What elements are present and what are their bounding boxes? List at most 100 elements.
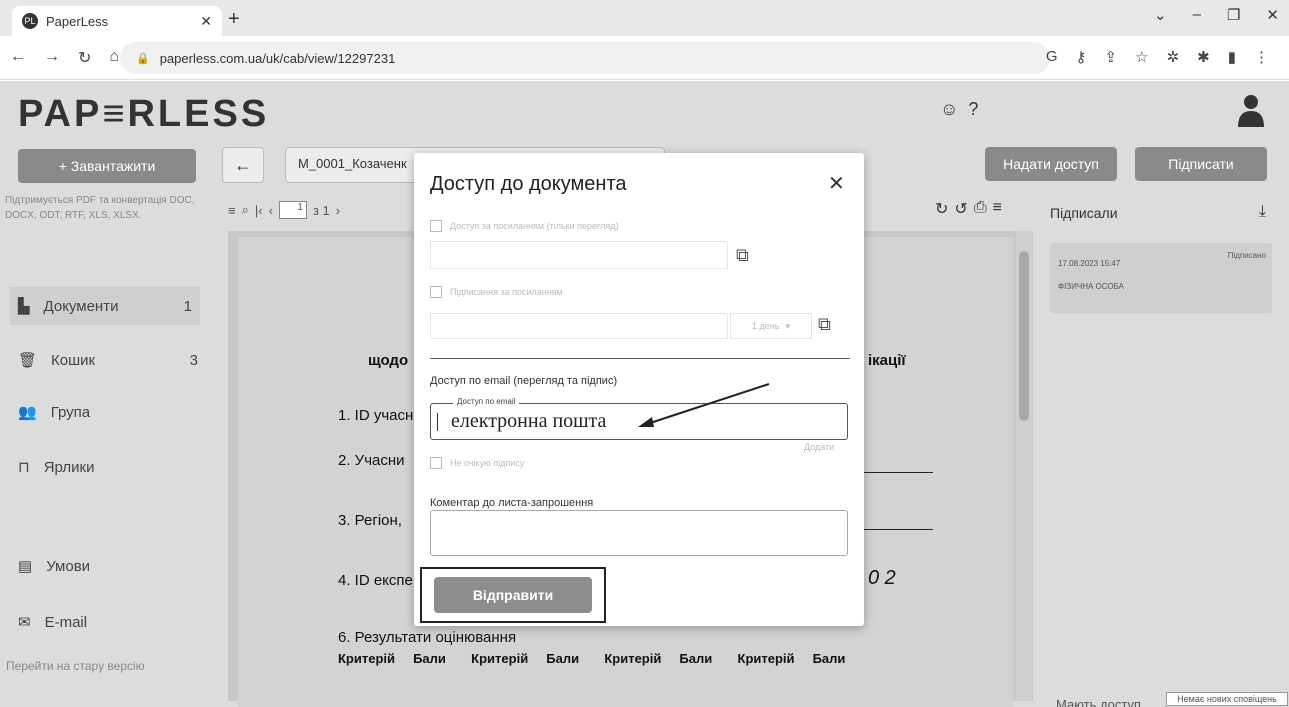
next-page-icon[interactable]: ›: [336, 203, 340, 218]
send-highlight: Відправити: [420, 567, 606, 623]
back-icon[interactable]: ←: [10, 48, 26, 68]
home-icon[interactable]: ⌂: [109, 48, 119, 68]
sign-link-checkbox[interactable]: [430, 286, 442, 298]
document-scrollbar[interactable]: [1016, 231, 1032, 701]
sidebar-item-trash[interactable]: 🗑 Кошик 3: [18, 351, 198, 370]
dialog-title: Доступ до документа: [430, 173, 627, 195]
sidebar-item-label: Документи: [43, 297, 119, 315]
doc-criteria-header: Критерій Бали Критерій Бали Критерій Бал…: [338, 651, 846, 666]
doc-line-6: 6. Результати оцінювання: [338, 629, 517, 646]
upload-button[interactable]: + Завантажити: [18, 149, 196, 183]
url-bar[interactable]: 🔒 paperless.com.ua/uk/cab/view/12297231: [120, 42, 1050, 74]
tab-close-icon[interactable]: ✕: [200, 13, 212, 30]
copy-sign-link-icon[interactable]: ⧉: [818, 314, 831, 335]
url-text: paperless.com.ua/uk/cab/view/12297231: [159, 50, 396, 66]
zoom-icon[interactable]: ⌕: [242, 202, 249, 218]
key-icon[interactable]: ⚷: [1076, 48, 1087, 66]
options-icon[interactable]: ≡: [993, 199, 1002, 219]
puzzle-icon[interactable]: ✱: [1197, 48, 1210, 66]
tab-list-icon[interactable]: ⌄: [1154, 6, 1167, 24]
sidebar-item-count: 3: [189, 351, 198, 369]
reload-icon[interactable]: ↻: [78, 48, 91, 68]
link-access-label: Доступ за посиланням (тільки перегляд): [450, 221, 619, 231]
sidebar-item-group[interactable]: 👥 Група: [18, 403, 198, 422]
sidebar-icon[interactable]: ▮: [1228, 48, 1236, 66]
share-icon[interactable]: ⇪: [1105, 48, 1118, 66]
back-button[interactable]: ←: [222, 147, 264, 183]
notification-toast: Немає нових сповіщень: [1166, 692, 1288, 706]
sign-link-field[interactable]: [430, 313, 728, 339]
viewer-toolbar: ≡ ⌕ |‹ ‹ 1 з 1 ›: [228, 201, 340, 219]
annotation-arrow-icon: [638, 383, 770, 427]
prev-page-icon[interactable]: ‹: [269, 203, 273, 218]
have-access-title: Мають доступ: [1056, 697, 1141, 707]
signer-status: Підписано: [1227, 251, 1266, 260]
sidebar-item-documents[interactable]: ▙ Документи 1: [10, 287, 200, 325]
email-section-title: Доступ по email (перегляд та підпис): [430, 375, 618, 387]
signers-panel: Підписали ⤓ 17.08.2023 15:47 Підписано Ф…: [1040, 193, 1276, 707]
arrow-left-icon: ←: [234, 154, 252, 175]
lock-icon: 🔒: [136, 52, 150, 65]
comment-label: Коментар до листа-запрошення: [430, 497, 594, 509]
terms-icon: ▤: [18, 558, 33, 575]
rotate-right-icon[interactable]: ↻: [935, 199, 948, 219]
maximize-icon[interactable]: ❐: [1227, 6, 1240, 24]
no-sign-checkbox[interactable]: [430, 457, 442, 469]
menu-lines-icon[interactable]: ≡: [228, 203, 236, 218]
share-access-button[interactable]: Надати доступ: [985, 147, 1117, 181]
sidebar-item-label: Умови: [46, 557, 91, 575]
sidebar-item-terms[interactable]: ▤ Умови: [18, 557, 198, 576]
help-icon[interactable]: ?: [968, 99, 978, 120]
support-icon[interactable]: ☺: [940, 99, 958, 120]
star-icon[interactable]: ☆: [1135, 48, 1148, 66]
sidebar-item-label: E-mail: [44, 613, 88, 631]
text-cursor: [437, 413, 438, 431]
email-field-legend: Доступ по email: [453, 397, 520, 406]
google-icon[interactable]: G: [1046, 48, 1058, 66]
signer-card: 17.08.2023 15:47 Підписано ФІЗИЧНА ОСОБА: [1050, 243, 1272, 313]
logo: PAP≡RLESS: [18, 93, 270, 135]
doc-line-4: 4. ID експе: [338, 572, 413, 589]
page-input[interactable]: 1: [278, 201, 307, 219]
sidebar-item-count: 1: [183, 297, 192, 315]
new-tab-icon[interactable]: +: [228, 8, 240, 31]
download-icon[interactable]: ⤓: [1259, 203, 1266, 221]
no-sign-checkbox-row[interactable]: Не очікую підпису: [430, 457, 524, 469]
old-version-link[interactable]: Перейти на стару версію: [6, 659, 145, 673]
avatar[interactable]: [1236, 93, 1266, 127]
sidebar-item-email[interactable]: ✉ E-mail: [18, 613, 198, 632]
day-select[interactable]: 1 день ▾: [730, 313, 812, 339]
browser-tab-bar: PL PaperLess ✕ + ⌄ – ❐ ✕: [0, 0, 1289, 36]
send-button[interactable]: Відправити: [434, 577, 592, 613]
signer-type: ФІЗИЧНА ОСОБА: [1058, 282, 1125, 291]
link-field[interactable]: [430, 241, 728, 269]
extension-icon[interactable]: ✲: [1167, 48, 1180, 66]
print-icon[interactable]: ⎙: [974, 199, 987, 219]
link-access-checkbox[interactable]: [430, 220, 442, 232]
minimize-icon[interactable]: –: [1193, 6, 1201, 24]
sidebar-item-labels[interactable]: ⊓ Ярлики: [18, 458, 198, 477]
sign-button[interactable]: Підписати: [1135, 147, 1267, 181]
browser-tab[interactable]: PL PaperLess ✕: [12, 6, 222, 36]
page-total: з 1: [312, 202, 330, 218]
address-bar-row: ← → ↻ ⌂ 🔒 paperless.com.ua/uk/cab/view/1…: [0, 36, 1289, 80]
document-icon: ▙: [18, 298, 30, 315]
divider: [430, 358, 850, 359]
viewer-tools-right: ↻ ↺ ⎙ ≡: [935, 199, 1002, 219]
first-page-icon[interactable]: |‹: [255, 203, 263, 218]
forward-icon[interactable]: →: [44, 48, 60, 68]
comment-textarea[interactable]: [430, 510, 848, 556]
menu-icon[interactable]: ⋮: [1254, 48, 1269, 66]
add-email-button[interactable]: Додати: [804, 442, 834, 452]
close-icon[interactable]: ✕: [828, 171, 845, 196]
rotate-left-icon[interactable]: ↺: [954, 199, 967, 219]
link-access-checkbox-row[interactable]: Доступ за посиланням (тільки перегляд): [430, 220, 618, 232]
trash-icon: 🗑: [18, 352, 38, 369]
nav-buttons: ← → ↻ ⌂: [10, 48, 119, 68]
signers-title: Підписали: [1050, 205, 1118, 221]
doc-line-1: 1. ID учасн: [338, 407, 414, 424]
close-window-icon[interactable]: ✕: [1266, 6, 1279, 24]
scroll-thumb[interactable]: [1019, 251, 1029, 421]
sign-link-checkbox-row[interactable]: Підписання за посиланням: [430, 286, 563, 298]
copy-icon[interactable]: ⧉: [736, 245, 749, 266]
